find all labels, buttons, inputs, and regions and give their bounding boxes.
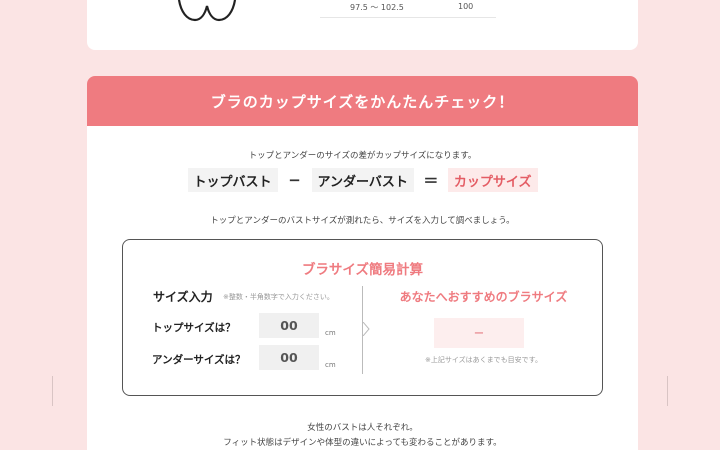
outro-line-1: 女性のバストは人それぞれ。 [307, 423, 418, 433]
top-size-input[interactable]: 00 [259, 313, 319, 338]
left-edge-line [52, 376, 53, 406]
size-input-note: ※整数・半角数字で入力ください。 [223, 293, 334, 301]
under-size-unit: cm [325, 361, 336, 369]
right-edge-line [667, 376, 668, 406]
checker-intro: トップとアンダーのサイズの差がカップサイズになります。 [248, 151, 477, 161]
recommendation-note: ※上記サイズはあくまでも目安です。 [425, 356, 542, 364]
formula-under-bust: アンダーバスト [311, 168, 414, 192]
formula-cup-size: カップサイズ [447, 168, 538, 192]
top-size-unit: cm [325, 329, 336, 337]
recommended-size-result: − [434, 318, 524, 348]
checker-instruction: トップとアンダーのバストサイズが測れたら、サイズを入力して調べましょう。 [210, 216, 515, 226]
formula-top-bust: トップバスト [187, 168, 278, 192]
cup-formula: トップバスト − アンダーバスト ＝ カップサイズ [87, 168, 638, 192]
under-size-input[interactable]: 00 [259, 345, 319, 370]
calculator-title: ブラサイズ簡易計算 [301, 262, 424, 278]
cup-size-checker-card: ブラのカップサイズをかんたんチェック！ トップとアンダーのサイズの差がカップサイ… [87, 76, 638, 450]
chevron-right-icon [363, 322, 370, 336]
size-input-label: サイズ入力 [153, 290, 213, 304]
size-table-card: 97.5 ～ 102.5 100 [87, 0, 638, 50]
size-value-cell: 100 [458, 2, 474, 11]
under-size-label: アンダーサイズは？ [152, 354, 246, 366]
formula-minus: − [288, 171, 301, 189]
size-range-cell: 97.5 ～ 102.5 [350, 3, 404, 12]
checker-outro: 女性のバストは人それぞれ。 フィット状態はデザインや体型の違いによっても変わるこ… [87, 421, 638, 450]
bra-size-calculator: ブラサイズ簡易計算 サイズ入力 ※整数・半角数字で入力ください。 トップサイズは… [122, 239, 603, 396]
row-divider [320, 17, 496, 18]
recommendation-title: あなたへおすすめのブラサイズ [399, 290, 568, 304]
checker-header: ブラのカップサイズをかんたんチェック！ [87, 76, 638, 126]
formula-equals: ＝ [423, 171, 439, 190]
top-size-label: トップサイズは？ [152, 322, 236, 334]
bust-figure-icon [177, 0, 237, 22]
outro-line-2: フィット状態はデザインや体型の違いによっても変わることがあります。 [223, 438, 502, 448]
